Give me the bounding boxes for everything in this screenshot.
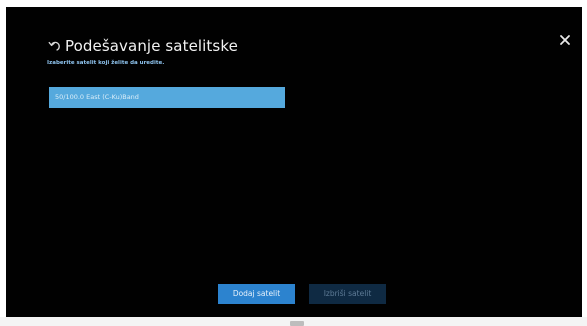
page-title: Podešavanje satelitske xyxy=(65,37,238,55)
delete-satellite-button[interactable]: Izbriši satelit xyxy=(309,284,386,304)
tv-screen: Podešavanje satelitske Izaberite satelit… xyxy=(6,7,582,317)
close-icon[interactable] xyxy=(558,33,572,47)
satellite-list-item[interactable]: 50/100.0 East (C-Ku)Band xyxy=(49,87,285,108)
back-arrow-icon[interactable] xyxy=(47,39,61,53)
satellite-list: 50/100.0 East (C-Ku)Band xyxy=(49,87,285,108)
tv-brand-logo xyxy=(290,321,304,326)
add-satellite-button[interactable]: Dodaj satelit xyxy=(218,284,295,304)
page-subtitle: Izaberite satelit koji želite da uredite… xyxy=(47,60,165,66)
tv-frame: Podešavanje satelitske Izaberite satelit… xyxy=(0,0,587,326)
